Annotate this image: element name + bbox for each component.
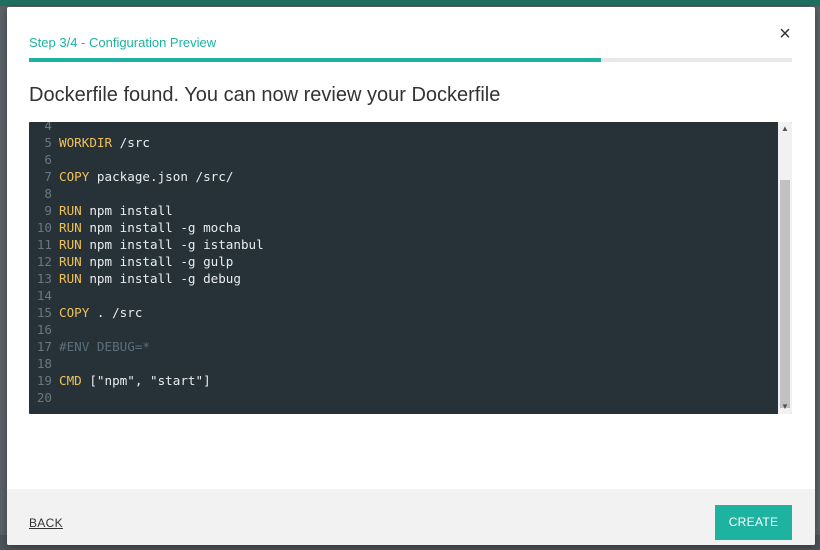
code-keyword: RUN	[59, 271, 82, 286]
line-number: 11	[36, 237, 52, 252]
line-number: 10	[36, 220, 52, 235]
code-line: 12 RUN npm install -g gulp	[29, 253, 264, 270]
line-number: 5	[44, 135, 52, 150]
code-line: 10 RUN npm install -g mocha	[29, 219, 264, 236]
code-line: 6	[29, 151, 264, 168]
line-number: 12	[36, 254, 52, 269]
line-number: 15	[36, 305, 52, 320]
code-text: /src	[112, 135, 150, 150]
code-line: 11 RUN npm install -g istanbul	[29, 236, 264, 253]
code-text: ["npm", "start"]	[81, 373, 211, 388]
code-keyword: CMD	[59, 373, 82, 388]
code-line: 7 COPY package.json /src/	[29, 168, 264, 185]
code-keyword: COPY	[59, 305, 90, 320]
close-icon[interactable]: ×	[775, 24, 795, 44]
scroll-up-icon[interactable]: ▲	[778, 122, 792, 136]
wizard-modal: Step 3/4 - Configuration Preview × Docke…	[7, 7, 815, 545]
code-line: 16	[29, 321, 264, 338]
line-number: 6	[44, 152, 52, 167]
code-line: 13 RUN npm install -g debug	[29, 270, 264, 287]
code-text: npm install -g debug	[81, 271, 241, 286]
code-text: npm install -g istanbul	[81, 237, 264, 252]
code-line: 14	[29, 287, 264, 304]
code-line: 17 #ENV DEBUG=*	[29, 338, 264, 355]
create-button[interactable]: CREATE	[715, 505, 792, 540]
code-text: npm install -g mocha	[81, 220, 241, 235]
step-label: Step 3/4 - Configuration Preview	[29, 35, 217, 50]
code-line: 20	[29, 389, 264, 406]
line-number: 8	[44, 186, 52, 201]
code-keyword: RUN	[59, 237, 82, 252]
line-number: 13	[36, 271, 52, 286]
dockerfile-editor[interactable]: 4 5 WORKDIR /src 6 7 COPY package.json /src/8…	[29, 122, 792, 414]
line-number: 9	[44, 203, 52, 218]
line-number: 20	[36, 390, 52, 405]
code-text: npm install -g gulp	[81, 254, 234, 269]
line-number: 16	[36, 322, 52, 337]
code-text: . /src	[89, 305, 143, 320]
scrollbar-thumb[interactable]	[780, 180, 790, 408]
line-number: 17	[36, 339, 52, 354]
scroll-down-icon[interactable]: ▼	[778, 400, 792, 414]
code-text: npm install	[81, 203, 173, 218]
line-number: 19	[36, 373, 52, 388]
code-line: 18	[29, 355, 264, 372]
progress-bar	[29, 58, 792, 62]
app-header-strip	[0, 0, 820, 6]
modal-footer: BACK CREATE	[7, 489, 815, 545]
code-text: package.json /src/	[89, 169, 234, 184]
line-number: 4	[44, 122, 52, 133]
code-lines: 4 5 WORKDIR /src 6 7 COPY package.json /src/8…	[29, 122, 264, 406]
line-number: 14	[36, 288, 52, 303]
editor-scrollbar[interactable]: ▲ ▼	[778, 122, 792, 414]
code-keyword: RUN	[59, 220, 82, 235]
line-number: 18	[36, 356, 52, 371]
code-line: 4	[29, 122, 264, 134]
code-comment: #ENV DEBUG=*	[59, 339, 150, 354]
line-number: 7	[44, 169, 52, 184]
code-keyword: WORKDIR	[59, 135, 113, 150]
code-line: 8	[29, 185, 264, 202]
code-line: 19 CMD ["npm", "start"]	[29, 372, 264, 389]
progress-fill	[29, 58, 602, 62]
code-keyword: COPY	[59, 169, 90, 184]
code-line: 5 WORKDIR /src	[29, 134, 264, 151]
code-line: 15 COPY . /src	[29, 304, 264, 321]
code-keyword: RUN	[59, 203, 82, 218]
page-title: Dockerfile found. You can now review you…	[29, 84, 501, 106]
code-line: 9 RUN npm install	[29, 202, 264, 219]
code-keyword: RUN	[59, 254, 82, 269]
back-button[interactable]: BACK	[29, 516, 63, 530]
